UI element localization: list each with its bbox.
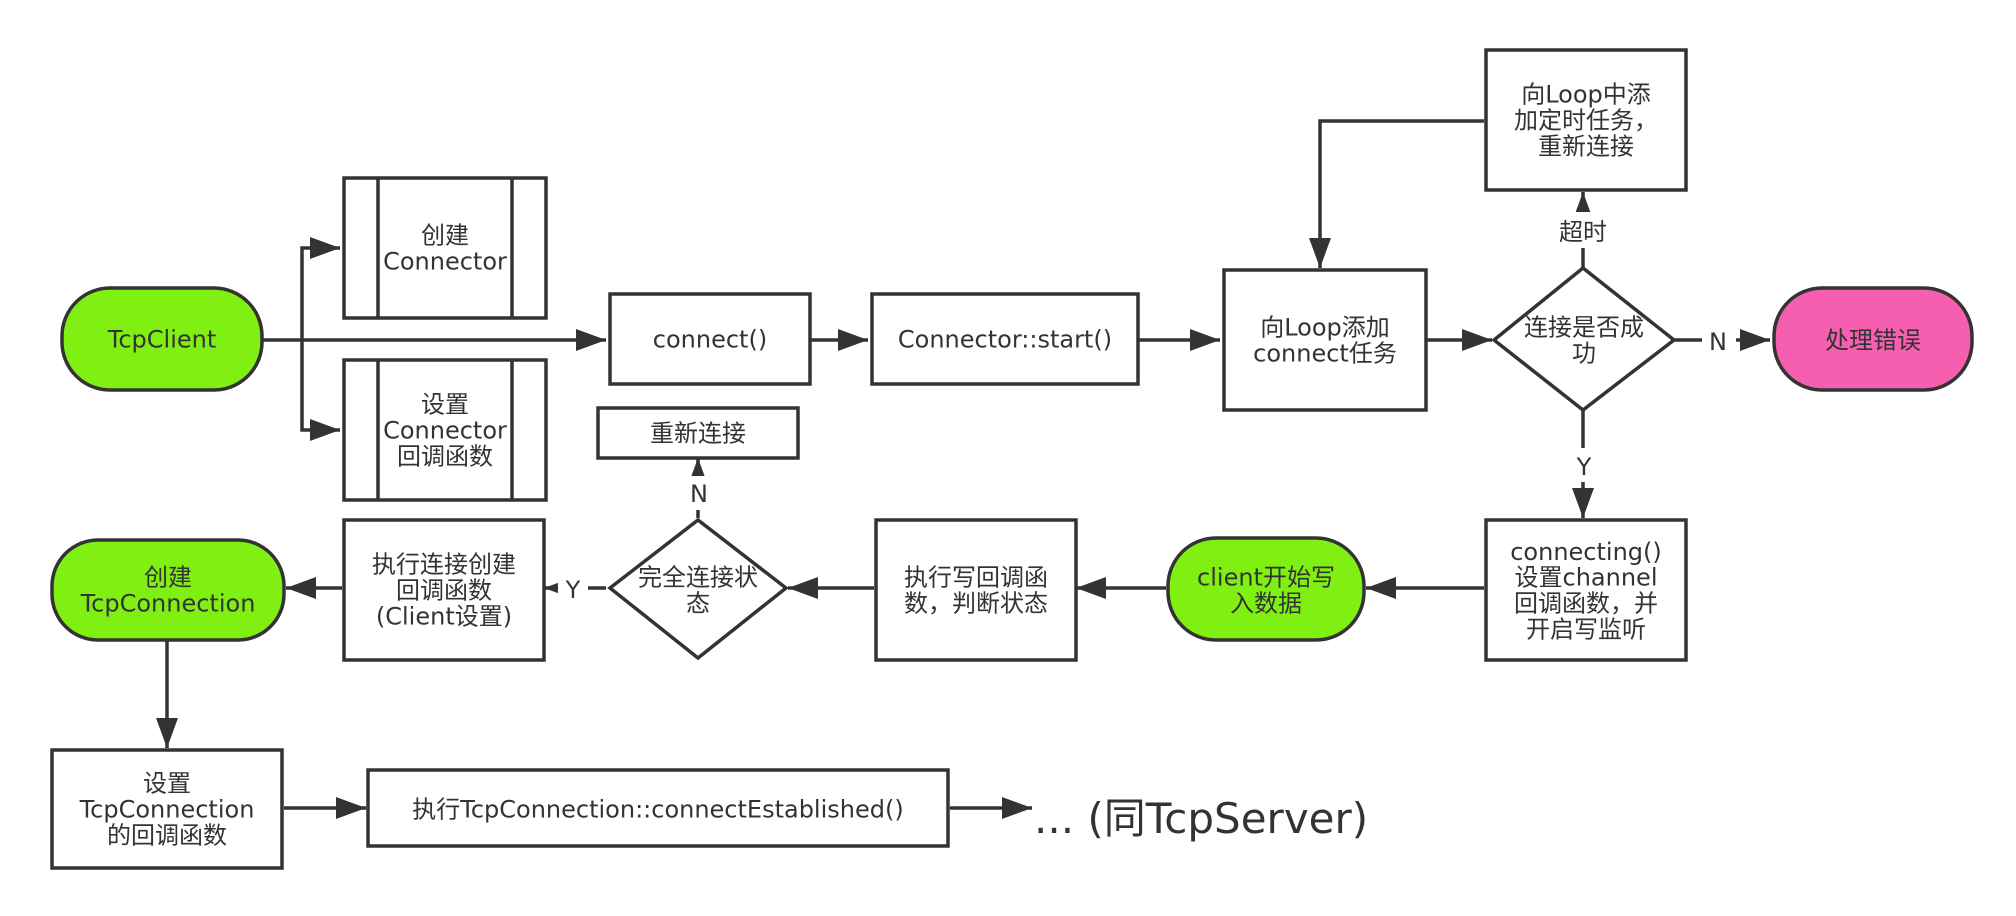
exec-connection-callback-line: 回调函数 xyxy=(396,577,492,605)
node-exec-connect-established: 执行TcpConnection::connectEstablished() xyxy=(366,768,950,848)
reconnect-line: 重新连接 xyxy=(650,420,746,448)
connecting-line: 开启写监听 xyxy=(1526,616,1646,644)
same-as-server-text: ... (同TcpServer) xyxy=(1034,794,1368,843)
add-connect-task-line: 向Loop添加 xyxy=(1260,314,1390,342)
node-exec-connection-callback: 执行连接创建回调函数(Client设置) xyxy=(342,518,546,662)
add-timer-task-line: 向Loop中添 xyxy=(1521,81,1651,109)
node-handle-error-text: 处理错误 xyxy=(1825,327,1921,355)
node-exec-write-callback-text: 执行写回调函数，判断状态 xyxy=(904,564,1048,618)
node-connector-start: Connector::start() xyxy=(870,292,1140,386)
edge-label-y-connecting: Y xyxy=(1576,453,1592,481)
set-tcpconnection-callback-line: 设置 xyxy=(143,770,191,798)
add-timer-task-line: 重新连接 xyxy=(1538,133,1634,161)
node-add-connect-task-text: 向Loop添加 connect任务 xyxy=(1253,314,1397,368)
set-tcpconnection-callback-line: 的回调函数 xyxy=(107,822,227,850)
node-reconnect-text: 重新连接 xyxy=(650,420,746,448)
connecting-line: 回调函数，并 xyxy=(1514,590,1658,618)
node-reconnect: 重新连接 xyxy=(596,406,800,460)
same-as-server-line: ... (同TcpServer) xyxy=(1034,794,1368,843)
node-connecting: connecting()设置channel 回调函数，并开启写监听 xyxy=(1484,518,1688,662)
edge-tcpclient-to-set-connector-callback xyxy=(300,340,340,441)
create-tcpconnection-line: TcpConnection xyxy=(80,590,256,618)
node-exec-connect-established-text: 执行TcpConnection::connectEstablished() xyxy=(412,796,903,824)
set-connector-callback-line: Connector xyxy=(383,417,507,445)
connector-start-line: Connector::start() xyxy=(898,326,1112,354)
create-connector-line: Connector xyxy=(383,248,507,276)
node-connect: connect() xyxy=(608,292,812,386)
add-timer-task-line: 加定时任务， xyxy=(1514,107,1658,135)
create-connector-line: 创建 xyxy=(421,222,469,250)
node-connect-text: connect() xyxy=(653,326,767,354)
edge-tcpclient-to-create-connector xyxy=(300,237,340,340)
edge-label-timeout: 超时 xyxy=(1559,218,1607,246)
connect-call-line: connect() xyxy=(653,326,767,354)
exec-write-callback-line: 数，判断状态 xyxy=(904,590,1048,618)
full-connect-decision-line: 态 xyxy=(686,590,710,618)
connecting-line: connecting() xyxy=(1510,538,1662,566)
exec-connection-callback-line: 执行连接创建 xyxy=(372,551,516,579)
node-exec-write-callback: 执行写回调函数，判断状态 xyxy=(874,518,1078,662)
edge-label-n-error: N xyxy=(1709,328,1727,356)
connect-success-decision-line: 连接是否成 xyxy=(1524,314,1644,342)
exec-write-callback-line: 执行写回调函 xyxy=(904,564,1048,592)
flowchart-canvas: 超时 N Y N Y TcpClient 创建 Connector 设置 Conne… xyxy=(50,48,1974,870)
node-set-tcpconnection-callback: 设置 TcpConnection 的回调函数 xyxy=(50,748,284,870)
edge-timer-to-add-task xyxy=(1309,119,1484,268)
set-connector-callback-line: 回调函数 xyxy=(397,443,493,471)
exec-connect-established-line: 执行TcpConnection::connectEstablished() xyxy=(412,796,903,824)
node-connecting-text: connecting()设置channel 回调函数，并开启写监听 xyxy=(1510,538,1662,644)
node-connector-start-text: Connector::start() xyxy=(898,326,1112,354)
edge-label-n-reconnect: N xyxy=(690,480,708,508)
add-connect-task-line: connect任务 xyxy=(1253,340,1397,368)
node-add-timer-task: 向Loop中添加定时任务，重新连接 xyxy=(1484,48,1688,192)
node-add-connect-task: 向Loop添加 connect任务 xyxy=(1222,268,1428,412)
node-set-connector-callback: 设置 Connector 回调函数 xyxy=(342,358,548,502)
node-tcpclient: TcpClient xyxy=(60,286,264,392)
node-connect-success-decision: 连接是否成功 xyxy=(1491,265,1677,413)
node-handle-error: 处理错误 xyxy=(1772,286,1974,392)
node-tcpclient-text: TcpClient xyxy=(107,326,217,354)
handle-error-line: 处理错误 xyxy=(1825,327,1921,355)
node-same-as-server: ... (同TcpServer) xyxy=(1034,794,1368,843)
set-connector-callback-line: 设置 xyxy=(421,391,469,419)
tcpclient-line: TcpClient xyxy=(107,326,217,354)
client-start-write-line: client开始写 xyxy=(1197,564,1335,592)
exec-connection-callback-line: (Client设置) xyxy=(376,603,512,631)
set-tcpconnection-callback-line: TcpConnection xyxy=(79,796,255,824)
edge-label-y-callback: Y xyxy=(565,576,581,604)
connect-success-decision-line: 功 xyxy=(1572,340,1596,368)
connecting-line: 设置channel xyxy=(1515,564,1658,592)
node-client-start-write: client开始写入数据 xyxy=(1166,536,1366,642)
create-tcpconnection-line: 创建 xyxy=(144,564,192,592)
node-create-connector: 创建 Connector xyxy=(342,176,548,320)
full-connect-decision-line: 完全连接状 xyxy=(638,564,758,592)
client-start-write-line: 入数据 xyxy=(1230,590,1302,618)
node-full-connect-decision: 完全连接状态 xyxy=(607,517,789,661)
node-create-tcpconnection: 创建 TcpConnection xyxy=(50,538,286,642)
